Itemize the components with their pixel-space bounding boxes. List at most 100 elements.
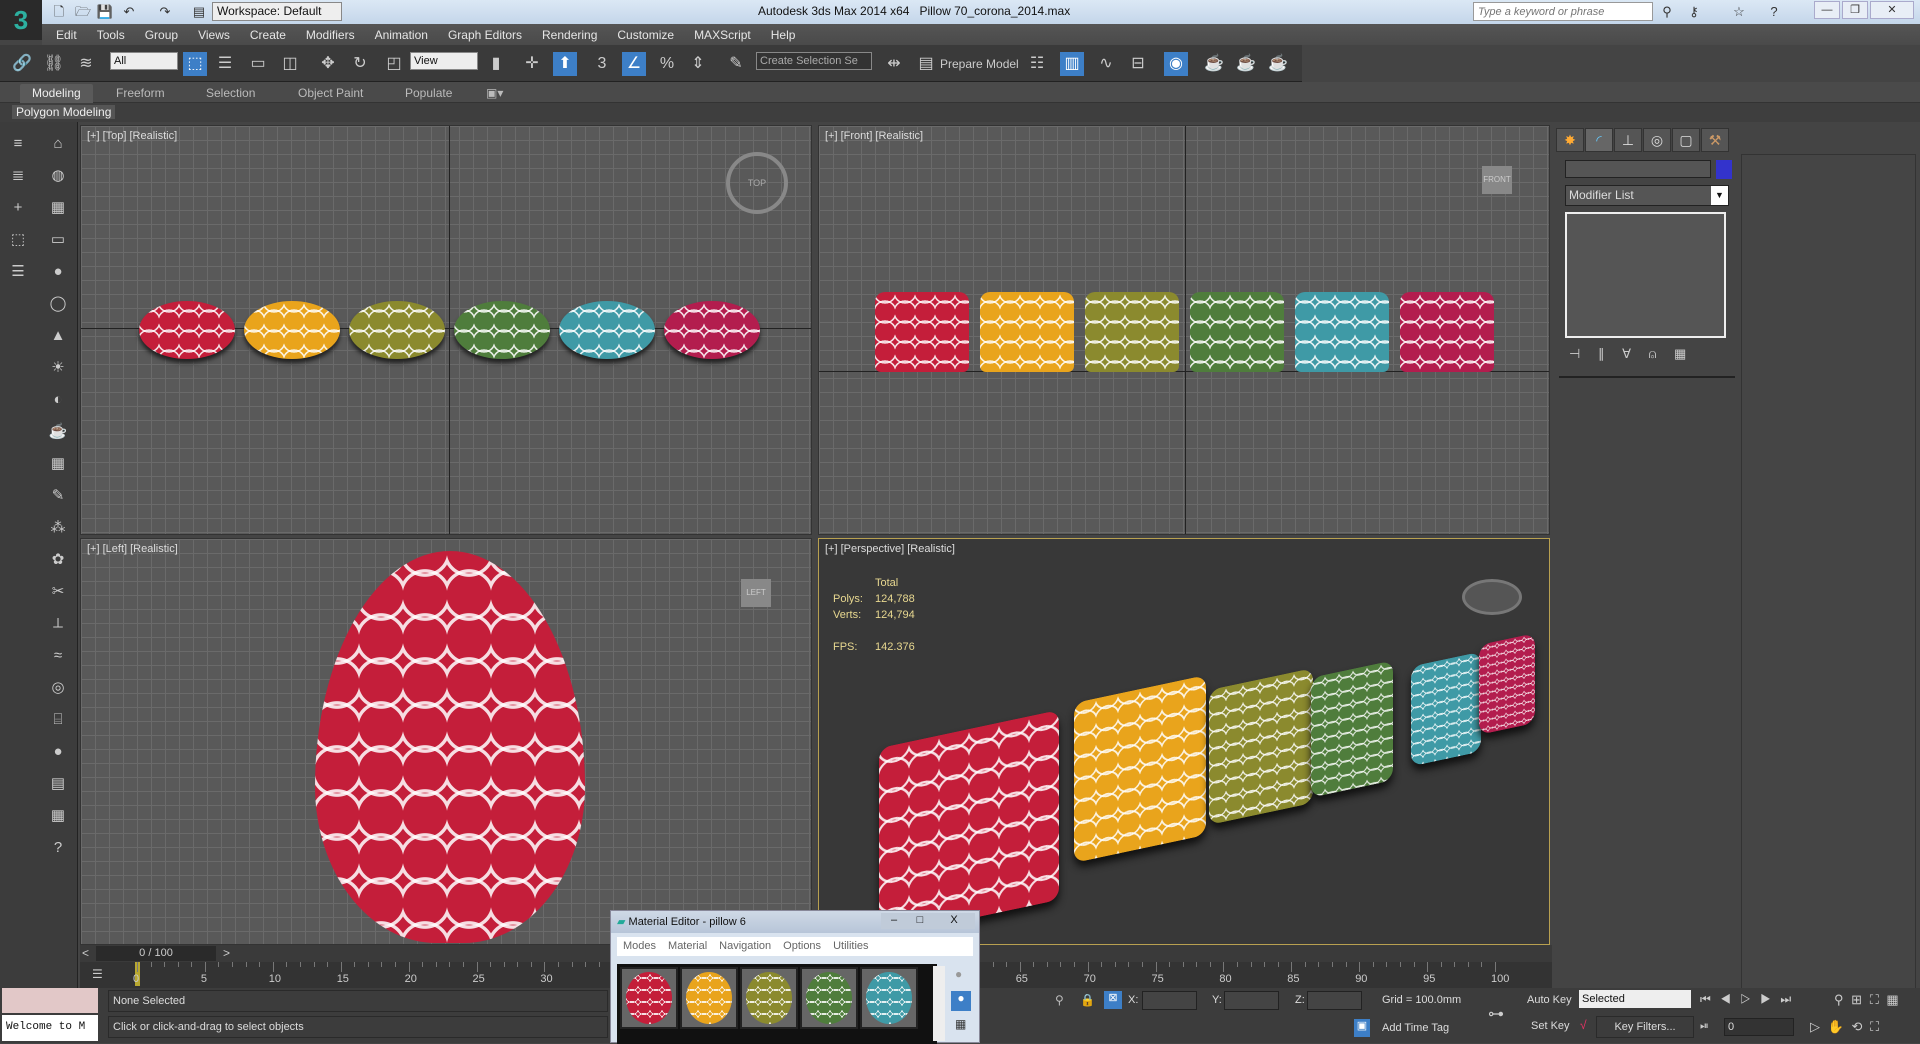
redo-icon[interactable]: ↷ bbox=[156, 3, 174, 21]
key-icon[interactable]: ⚷ bbox=[1685, 3, 1703, 21]
pillow[interactable] bbox=[1311, 660, 1393, 798]
viewcube[interactable]: LEFT bbox=[741, 579, 771, 607]
menu-utilities[interactable]: Utilities bbox=[827, 937, 874, 956]
link-icon[interactable]: 🔗 bbox=[10, 52, 34, 76]
material-editor-titlebar[interactable]: ▰ Material Editor - pillow 6 – □ X bbox=[611, 911, 979, 933]
pillow[interactable] bbox=[559, 301, 655, 359]
tab-freeform[interactable]: Freeform bbox=[104, 84, 177, 103]
maximize-button[interactable]: □ bbox=[907, 913, 933, 929]
material-editor-icon[interactable]: ◉ bbox=[1164, 52, 1188, 76]
default-tangent-icon[interactable]: √ bbox=[1580, 1018, 1587, 1032]
maxscript-listener-pink[interactable] bbox=[2, 988, 98, 1013]
viewport-perspective[interactable]: [+] [Perspective] [Realistic] Total Poly… bbox=[818, 538, 1550, 945]
previous-frame-icon[interactable]: ◀ bbox=[1720, 992, 1731, 1006]
pillow[interactable] bbox=[1074, 674, 1206, 864]
stairs-icon[interactable]: ⌸ bbox=[46, 708, 70, 732]
restore-button[interactable]: ❐ bbox=[1842, 1, 1868, 19]
viewport-label[interactable]: [+] [Front] [Realistic] bbox=[825, 130, 923, 142]
utilities-tab-icon[interactable]: ⚒ bbox=[1701, 128, 1729, 152]
modify-tab-icon[interactable]: ◜ bbox=[1585, 128, 1613, 152]
pillow[interactable] bbox=[1411, 651, 1481, 767]
display-tab-icon[interactable]: ▢ bbox=[1672, 128, 1700, 152]
menu-maxscript[interactable]: MAXScript bbox=[684, 28, 761, 42]
minimize-button[interactable]: – bbox=[881, 913, 907, 929]
pillow[interactable] bbox=[349, 301, 445, 359]
pillow[interactable] bbox=[1190, 292, 1284, 372]
menu-modes[interactable]: Modes bbox=[617, 937, 662, 956]
minimize-button[interactable]: — bbox=[1814, 1, 1840, 19]
key-filters-button[interactable]: Key Filters... bbox=[1596, 1016, 1694, 1038]
binoculars-icon[interactable]: ⚲ bbox=[1658, 3, 1676, 21]
project-folder-icon[interactable]: ▤ bbox=[190, 3, 208, 21]
zoom-icon[interactable]: ⚲ bbox=[1834, 992, 1844, 1007]
x-coordinate-input[interactable] bbox=[1142, 991, 1197, 1010]
favorites-star-icon[interactable]: ☆ bbox=[1730, 3, 1748, 21]
menu-animation[interactable]: Animation bbox=[365, 28, 438, 42]
render-production-icon[interactable]: ☕ bbox=[1266, 52, 1290, 76]
set-key-button[interactable]: Set Key bbox=[1531, 1020, 1570, 1032]
menu-edit[interactable]: Edit bbox=[42, 28, 87, 42]
reference-coordinate-dropdown[interactable]: View bbox=[410, 52, 478, 70]
current-frame-input[interactable]: 0 bbox=[1724, 1018, 1794, 1036]
snaps-toggle-icon[interactable]: 3 bbox=[590, 52, 614, 76]
menu-material[interactable]: Material bbox=[662, 937, 713, 956]
manipulate-icon[interactable]: ✛ bbox=[520, 52, 544, 76]
viewport-top[interactable]: [+] [Top] [Realistic] TOP bbox=[80, 125, 812, 535]
menu-customize[interactable]: Customize bbox=[607, 28, 684, 42]
material-slot[interactable] bbox=[680, 967, 738, 1029]
zoom-extents-all-icon[interactable]: ▦ bbox=[1886, 992, 1898, 1007]
open-file-icon[interactable]: 🗁 bbox=[74, 3, 92, 21]
select-by-name-icon[interactable]: ☰ bbox=[213, 52, 237, 76]
zoom-extents-icon[interactable]: ⛶ bbox=[1870, 992, 1879, 1007]
pillow[interactable] bbox=[879, 709, 1059, 939]
auto-key-button[interactable]: Auto Key bbox=[1527, 994, 1572, 1006]
help-icon[interactable]: ? bbox=[1765, 3, 1783, 21]
maxscript-mini-listener[interactable]: Welcome to M bbox=[2, 1015, 98, 1041]
pillow[interactable] bbox=[664, 301, 760, 359]
geometry-icon[interactable]: ▦ bbox=[46, 196, 70, 220]
close-button[interactable]: ✕ bbox=[1870, 1, 1914, 19]
slots-scrollbar[interactable] bbox=[933, 966, 945, 1041]
material-slot[interactable] bbox=[860, 967, 918, 1029]
show-end-result-icon[interactable]: ∥ bbox=[1598, 346, 1605, 361]
help-icon[interactable]: ? bbox=[46, 836, 70, 860]
isolate-selection-icon[interactable]: ⚲ bbox=[1055, 993, 1064, 1007]
pillow[interactable] bbox=[139, 301, 235, 359]
wall-icon[interactable]: ▤ bbox=[46, 772, 70, 796]
sample-type-icon[interactable]: ● bbox=[955, 967, 962, 981]
viewport-front[interactable]: [+] [Front] [Realistic] FRONT bbox=[818, 125, 1550, 535]
curve-editor-icon[interactable]: ∿ bbox=[1094, 52, 1118, 76]
pillow[interactable] bbox=[1209, 667, 1313, 826]
box-icon[interactable]: ▭ bbox=[46, 228, 70, 252]
make-unique-icon[interactable]: ∀ bbox=[1622, 346, 1631, 361]
sphere-icon[interactable]: ● bbox=[46, 260, 70, 284]
bind-space-warp-icon[interactable]: ≋ bbox=[74, 52, 98, 76]
angle-snap-icon[interactable]: ∠ bbox=[622, 52, 646, 76]
rectangular-selection-icon[interactable]: ▭ bbox=[246, 52, 270, 76]
sun-icon[interactable]: ◐ bbox=[46, 388, 70, 412]
rotate-icon[interactable]: ↻ bbox=[348, 52, 372, 76]
named-selection-dropdown[interactable]: Create Selection Se bbox=[756, 52, 872, 70]
pillow[interactable] bbox=[454, 301, 550, 359]
menu-modifiers[interactable]: Modifiers bbox=[296, 28, 365, 42]
pillow[interactable] bbox=[1085, 292, 1179, 372]
schematic-view-icon[interactable]: ⊟ bbox=[1126, 52, 1150, 76]
maximize-viewport-icon[interactable]: ⛶ bbox=[1870, 1019, 1879, 1034]
measure-icon[interactable]: ⟂ bbox=[46, 612, 70, 636]
viewport-label[interactable]: [+] [Top] [Realistic] bbox=[87, 130, 177, 142]
pillow[interactable] bbox=[1295, 292, 1389, 372]
sphere-ui-icon[interactable]: ● bbox=[46, 740, 70, 764]
key-mode-toggle-icon[interactable]: ⏯ bbox=[1700, 1020, 1709, 1033]
spinner-snap-icon[interactable]: ⇕ bbox=[686, 52, 710, 76]
wave-icon[interactable]: ≈ bbox=[46, 644, 70, 668]
time-slider-thumb[interactable]: 0 / 100 bbox=[96, 946, 216, 961]
background-checker-icon[interactable]: ▦ bbox=[955, 1017, 966, 1031]
object-name-input[interactable] bbox=[1565, 160, 1711, 178]
select-object-icon[interactable]: ⬚ bbox=[183, 52, 207, 76]
menu-options[interactable]: Options bbox=[777, 937, 827, 956]
select-region-icon[interactable]: ⬚ bbox=[6, 228, 30, 252]
create-tab-icon[interactable]: ✸ bbox=[1556, 128, 1584, 152]
viewcube[interactable]: FRONT bbox=[1482, 166, 1512, 194]
z-coordinate-input[interactable] bbox=[1307, 991, 1362, 1010]
ribbon-options-icon[interactable]: ▣▾ bbox=[474, 84, 515, 103]
